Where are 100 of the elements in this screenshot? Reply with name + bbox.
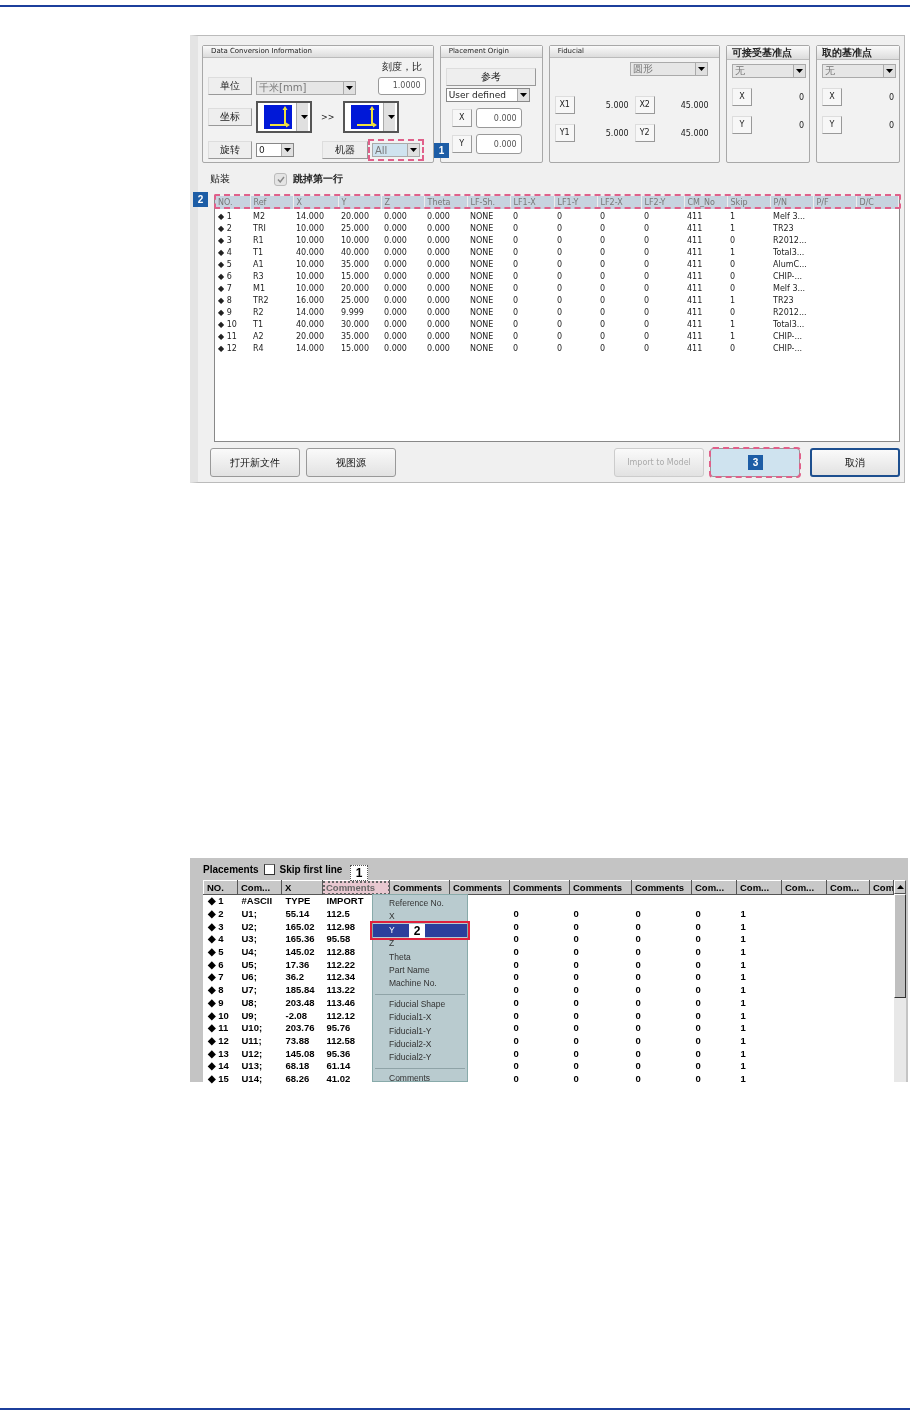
- table-cell-text: 0: [694, 983, 702, 997]
- table-cell-text: 112.98: [325, 920, 357, 934]
- table-cell-text: 68.26: [284, 1072, 311, 1086]
- column-header[interactable]: Com...: [237, 880, 282, 895]
- column-header[interactable]: Comments: [631, 880, 692, 895]
- menu-item[interactable]: Fiducial1-X: [373, 1011, 467, 1025]
- table-cell-text: 0: [694, 945, 702, 959]
- table-cell-text: 1: [739, 983, 747, 997]
- menu-item[interactable]: Fiducial1-Y: [373, 1024, 467, 1038]
- table-cell-text: 15.000: [340, 343, 370, 355]
- table-cell-text: 0.000: [426, 247, 451, 259]
- column-header[interactable]: Com...: [691, 880, 737, 895]
- menu-item[interactable]: Theta: [373, 950, 467, 964]
- table-cell-text: 95.58: [325, 933, 352, 946]
- table-cell-text: 0: [556, 247, 564, 259]
- table-cell-text: 0.000: [383, 223, 408, 235]
- table-cell-text: 0: [572, 920, 580, 934]
- table-cell-text: 14.000: [295, 307, 325, 319]
- table-cell: ◆ 1: [203, 894, 238, 908]
- table-cell-text: 10.000: [295, 235, 325, 247]
- table-cell-text: 0.000: [383, 271, 408, 283]
- table-cell-text: ◆ 5: [217, 259, 233, 271]
- column-header[interactable]: Comments: [449, 880, 510, 895]
- dialog-button[interactable]: 3: [710, 448, 800, 477]
- table-cell-text: ◆ 11: [206, 1021, 230, 1035]
- table-cell-text: 0: [634, 1021, 642, 1035]
- column-header[interactable]: Com...: [781, 880, 827, 895]
- table-cell-text: 0.000: [426, 307, 451, 319]
- column-header[interactable]: Comments: [389, 880, 450, 895]
- menu-item[interactable]: Fiducial2-Y: [373, 1051, 467, 1065]
- table-cell-text: -2.08: [284, 1009, 309, 1022]
- callout-badge: 2: [409, 923, 425, 938]
- menu-item[interactable]: Part Name: [373, 963, 467, 978]
- dropdown[interactable]: User defined: [445, 88, 530, 102]
- column-header[interactable]: X: [281, 880, 323, 895]
- table-cell-text: 0: [634, 971, 642, 984]
- table-cell-text: 0.000: [426, 295, 451, 307]
- table-cell-text: A1: [252, 259, 265, 271]
- menu-item[interactable]: Fiducial Shape: [373, 997, 467, 1012]
- table-cell-text: 0: [634, 1047, 642, 1060]
- table-cell-text: 0: [556, 223, 564, 235]
- callout-badge: 3: [748, 455, 763, 470]
- menu-item[interactable]: Comments: [373, 1071, 467, 1086]
- menu-item[interactable]: Z: [373, 937, 467, 951]
- menu-item[interactable]: X: [373, 910, 467, 924]
- column-header[interactable]: Comments: [322, 880, 390, 895]
- table-cell-text: 0: [643, 247, 651, 259]
- callout-badge: 2: [193, 192, 208, 207]
- table-cell-text: 165.36: [284, 933, 316, 946]
- checkbox[interactable]: [263, 863, 275, 875]
- input-field[interactable]: 0.000: [475, 134, 522, 154]
- field-label: X: [732, 88, 752, 106]
- menu-item[interactable]: Y 2: [373, 923, 467, 938]
- table-cell-text: ◆ 12: [217, 343, 238, 355]
- dropdown[interactable]: [256, 101, 312, 133]
- column-header[interactable]: Com...: [826, 880, 870, 895]
- table-cell-text: U1;: [240, 907, 258, 921]
- dropdown[interactable]: 0: [256, 143, 294, 157]
- table-cell-text: 0: [634, 920, 642, 934]
- table-cell-text: 0: [694, 1034, 702, 1048]
- table-cell-text: 0: [694, 958, 702, 972]
- dialog-button[interactable]: 视图源: [306, 448, 396, 477]
- table-cell-text: 10.000: [295, 283, 325, 295]
- table-cell-text: 0.000: [383, 319, 408, 331]
- dropdown[interactable]: [343, 101, 400, 133]
- column-header[interactable]: Comments: [569, 880, 632, 895]
- field-label: X1: [554, 96, 575, 114]
- field-label: X: [822, 88, 842, 106]
- table-cell-text: Total3...: [772, 247, 806, 259]
- input-field[interactable]: 1.0000: [377, 77, 426, 95]
- table-cell: NONE: [467, 209, 510, 223]
- column-header[interactable]: Comments: [509, 880, 570, 895]
- table-cell-text: 1: [739, 1021, 747, 1035]
- dialog-button[interactable]: 取消: [810, 448, 900, 477]
- table-cell-text: 0: [556, 307, 564, 319]
- checkbox-label[interactable]: Skip first line: [279, 863, 343, 875]
- column-header[interactable]: Com...: [736, 880, 782, 895]
- table-cell-text: 35.000: [340, 331, 370, 343]
- table-cell-text: 0: [556, 235, 564, 247]
- table-cell-text: 145.08: [284, 1047, 316, 1060]
- table-cell-text: 411: [686, 271, 704, 283]
- column-header[interactable]: NO.: [203, 880, 238, 895]
- caret-icon: [886, 69, 893, 73]
- table-cell-text: 0: [599, 307, 607, 319]
- dialog-button[interactable]: 打开新文件: [210, 448, 300, 477]
- table-cell-text: ◆ 13: [206, 1047, 230, 1060]
- table-cell-text: U10;: [240, 1021, 264, 1035]
- input-field[interactable]: 0.000: [475, 108, 522, 128]
- table-cell-text: 0: [729, 271, 737, 283]
- menu-item[interactable]: Machine No.: [373, 977, 467, 991]
- table-cell-text: 0: [512, 307, 520, 319]
- table-cell-text: 0: [643, 259, 651, 271]
- table-cell-text: 25.000: [340, 295, 370, 307]
- table-cell-text: 0.000: [426, 259, 451, 271]
- menu-item[interactable]: Fiducial2-X: [373, 1037, 467, 1052]
- table-cell-text: 0: [694, 1047, 702, 1060]
- table-cell-text: TR23: [772, 295, 795, 307]
- table-cell-text: ◆ 2: [217, 223, 233, 235]
- table-cell-text: 0: [512, 945, 520, 959]
- scrollbar[interactable]: [894, 880, 906, 1082]
